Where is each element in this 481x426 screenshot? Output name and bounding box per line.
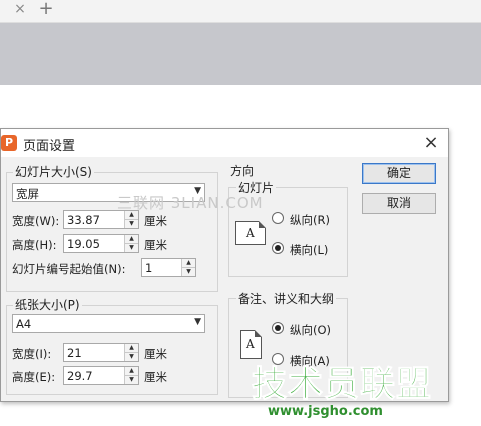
- slide-height-input[interactable]: 19.05 ▲ ▼: [63, 234, 139, 253]
- slide-width-spinner[interactable]: ▲ ▼: [124, 211, 138, 228]
- site-watermark: 三联网 3LIAN.COM: [117, 194, 264, 212]
- slide-height-value: 19.05: [67, 237, 100, 251]
- spinner-down-icon[interactable]: ▼: [125, 244, 138, 252]
- slide-height-unit: 厘米: [144, 238, 167, 252]
- paper-height-unit: 厘米: [144, 370, 167, 384]
- tab-strip: × +: [0, 0, 481, 23]
- paper-size-select[interactable]: A4 ▼: [12, 314, 205, 333]
- paper-height-label: 高度(E):: [12, 370, 56, 384]
- paper-width-unit: 厘米: [144, 347, 167, 361]
- start-number-label: 幻灯片编号起始值(N):: [12, 262, 126, 276]
- spinner-down-icon[interactable]: ▼: [125, 220, 138, 228]
- new-tab-icon[interactable]: +: [37, 0, 55, 20]
- slide-size-value: 宽屏: [16, 187, 39, 201]
- notes-portrait-radio[interactable]: [272, 322, 284, 334]
- paper-width-label: 宽度(I):: [12, 347, 52, 361]
- brand-watermark: 技术员联盟: [251, 365, 433, 406]
- paper-size-group-label: 纸张大小(P): [13, 296, 82, 313]
- toolbar-area: [0, 23, 481, 85]
- spinner-up-icon[interactable]: ▲: [125, 235, 138, 243]
- spinner-up-icon[interactable]: ▲: [182, 259, 195, 267]
- portrait-page-icon: A: [240, 330, 262, 359]
- spinner-up-icon[interactable]: ▲: [125, 344, 138, 352]
- slide-height-spinner[interactable]: ▲ ▼: [124, 235, 138, 252]
- orientation-label: 方向: [230, 164, 255, 178]
- paper-width-spinner[interactable]: ▲ ▼: [124, 344, 138, 361]
- close-icon[interactable]: ×: [419, 131, 443, 155]
- paper-width-input[interactable]: 21 ▲ ▼: [63, 343, 139, 362]
- paper-height-value: 29.7: [67, 369, 93, 383]
- start-number-value: 1: [145, 261, 153, 275]
- dialog-titlebar: P 页面设置 ×: [1, 129, 448, 157]
- spinner-down-icon[interactable]: ▼: [125, 353, 138, 361]
- paper-width-value: 21: [67, 346, 82, 360]
- notes-portrait-label[interactable]: 纵向(O): [290, 322, 331, 338]
- slide-size-group-label: 幻灯片大小(S): [13, 163, 94, 180]
- notes-orientation-label: 备注、讲义和大纲: [236, 290, 337, 307]
- ok-button[interactable]: 确定: [362, 163, 436, 184]
- dropdown-arrow-icon: ▼: [194, 317, 201, 327]
- slide-width-value: 33.87: [67, 213, 100, 227]
- slide-height-label: 高度(H):: [12, 238, 57, 252]
- brand-url-watermark: www.jsgho.com: [268, 404, 383, 419]
- paper-height-spinner[interactable]: ▲ ▼: [124, 367, 138, 384]
- start-number-input[interactable]: 1 ▲ ▼: [141, 258, 196, 277]
- app-logo-icon: P: [1, 135, 17, 151]
- spinner-up-icon[interactable]: ▲: [125, 367, 138, 375]
- slide-portrait-radio[interactable]: [272, 212, 284, 224]
- dialog-title: 页面设置: [23, 139, 76, 154]
- slide-landscape-radio[interactable]: [272, 242, 284, 254]
- slide-width-label: 宽度(W):: [12, 214, 60, 228]
- slide-portrait-label[interactable]: 纵向(R): [290, 212, 330, 228]
- cancel-button[interactable]: 取消: [362, 193, 436, 214]
- close-tab-icon[interactable]: ×: [11, 0, 29, 20]
- spinner-down-icon[interactable]: ▼: [125, 376, 138, 384]
- slide-width-unit: 厘米: [144, 214, 167, 228]
- landscape-page-icon: A: [235, 221, 266, 245]
- paper-height-input[interactable]: 29.7 ▲ ▼: [63, 366, 139, 385]
- spinner-down-icon[interactable]: ▼: [182, 268, 195, 276]
- slide-landscape-label[interactable]: 横向(L): [290, 242, 328, 258]
- paper-size-value: A4: [16, 317, 32, 331]
- start-number-spinner[interactable]: ▲ ▼: [181, 259, 195, 276]
